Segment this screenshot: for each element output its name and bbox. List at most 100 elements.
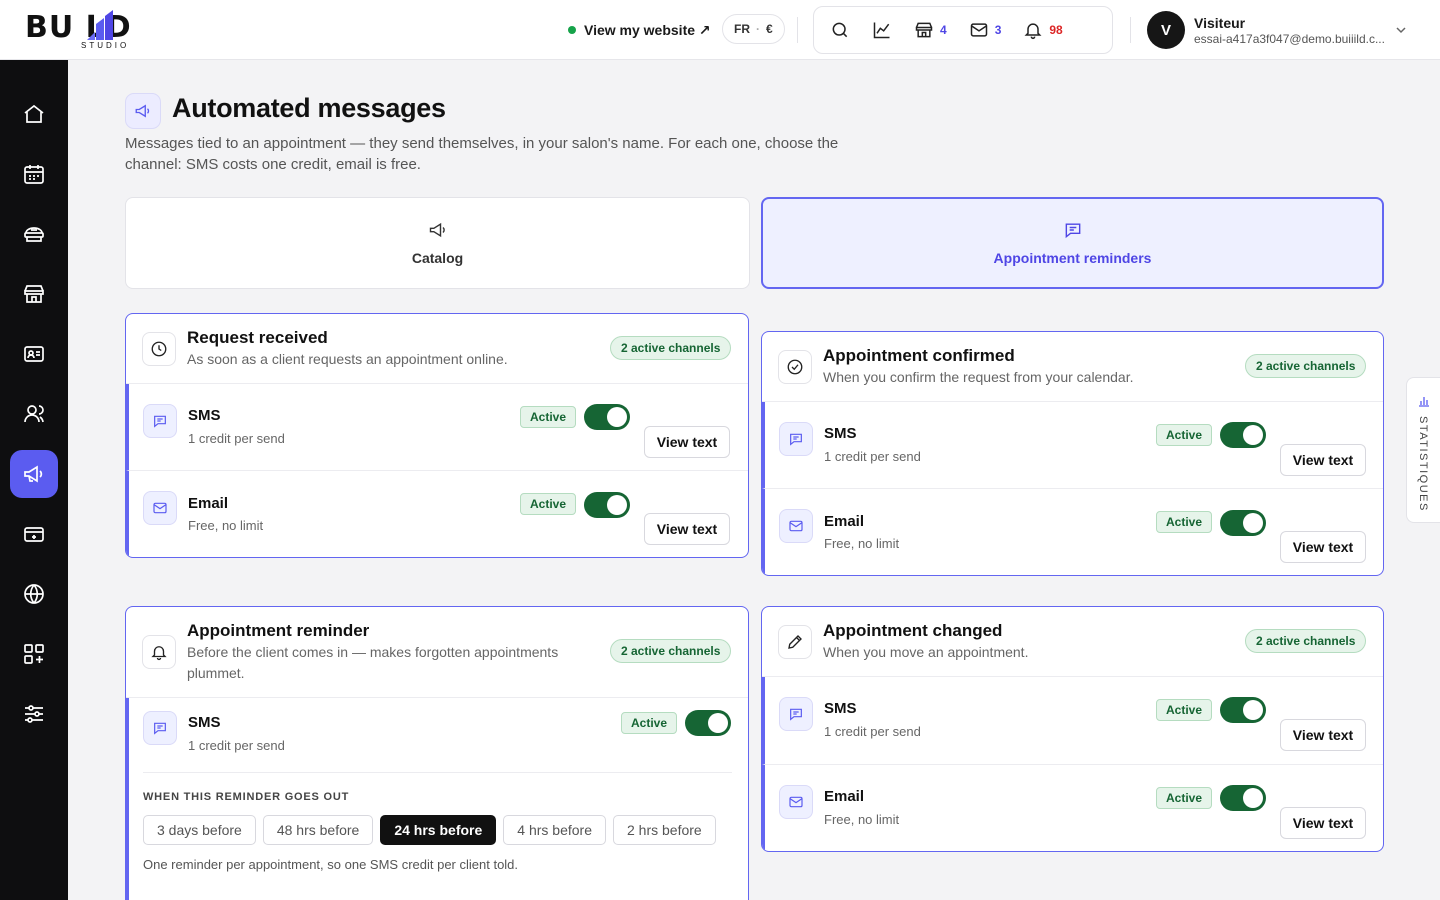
statistics-side-tab[interactable]: STATISTIQUES — [1406, 377, 1440, 523]
status-badge: Active — [520, 406, 577, 428]
sidebar-item-home[interactable] — [10, 90, 58, 138]
quick-actions-bar: 4 3 98 — [813, 6, 1113, 54]
bar-chart-icon — [1419, 397, 1429, 407]
view-text-button[interactable]: View text — [1280, 444, 1366, 476]
channel-title: Email — [824, 513, 865, 530]
messages-button[interactable]: 3 — [965, 14, 1006, 46]
view-text-button[interactable]: View text — [1280, 719, 1366, 751]
card-header: Appointment reminder Before the client c… — [126, 607, 748, 698]
email-toggle[interactable] — [1220, 785, 1266, 811]
view-text-button[interactable]: View text — [644, 513, 730, 545]
language-label: FR — [734, 22, 750, 36]
clients-icon — [24, 405, 44, 423]
sidebar-item-clients[interactable] — [10, 390, 58, 438]
mail-icon — [789, 520, 803, 532]
sms-toggle[interactable] — [584, 404, 630, 430]
timing-options: 3 days before 48 hrs before 24 hrs befor… — [143, 815, 716, 845]
page-title: Automated messages — [172, 93, 446, 123]
timing-option-2-hrs[interactable]: 2 hrs before — [613, 815, 716, 845]
notifications-button[interactable]: 98 — [1019, 14, 1066, 46]
view-text-button[interactable]: View text — [644, 426, 730, 458]
online-status-dot — [568, 26, 576, 34]
user-menu[interactable]: V Visiteur essai-a417a3f047@demo.buiiild… — [1147, 10, 1417, 50]
event-icon — [778, 350, 812, 384]
timing-option-3-days[interactable]: 3 days before — [143, 815, 256, 845]
channel-row-email: Email Free, no limit Active View text — [126, 471, 748, 557]
timing-note: One reminder per appointment, so one SMS… — [143, 857, 519, 872]
brand-logo[interactable]: BU LD STUDIO — [25, 8, 185, 52]
sidebar-item-services[interactable] — [10, 210, 58, 258]
event-subtitle: Before the client comes in — makes forgo… — [187, 644, 559, 681]
payments-icon — [24, 527, 44, 542]
event-icon — [778, 625, 812, 659]
sms-toggle[interactable] — [685, 710, 731, 736]
event-title: Appointment confirmed — [823, 346, 1015, 365]
channel-title: SMS — [824, 700, 857, 717]
search-icon — [832, 22, 848, 38]
top-bar: BU LD STUDIO View my website ↗ FR · € 4 … — [0, 0, 1440, 60]
services-icon — [24, 227, 44, 242]
email-toggle[interactable] — [584, 492, 630, 518]
chat-icon — [790, 708, 802, 721]
user-name: Visiteur — [1194, 14, 1246, 31]
mail-icon — [789, 796, 803, 808]
view-text-button[interactable]: View text — [1280, 531, 1366, 563]
timing-option-48-hrs[interactable]: 48 hrs before — [262, 815, 374, 845]
pencil-icon — [788, 635, 802, 649]
sidebar-item-website[interactable] — [10, 570, 58, 618]
email-channel-icon — [779, 785, 813, 819]
timing-option-24-hrs[interactable]: 24 hrs before — [380, 815, 497, 845]
messages-count: 3 — [994, 23, 1002, 37]
sidebar — [0, 60, 68, 900]
sidebar-item-team[interactable] — [10, 330, 58, 378]
email-toggle[interactable] — [1220, 510, 1266, 536]
sliders-icon — [25, 705, 43, 723]
page-icon — [125, 93, 161, 129]
sidebar-item-settings[interactable] — [10, 690, 58, 738]
mail-icon — [970, 23, 987, 37]
sms-channel-icon — [143, 404, 177, 438]
channel-row-email: Email Free, no limit Active View text — [762, 765, 1383, 851]
page-description: Messages tied to an appointment — they s… — [125, 135, 839, 173]
globe-icon — [24, 584, 44, 604]
event-subtitle: As soon as a client requests an appointm… — [187, 351, 508, 367]
sms-toggle[interactable] — [1220, 697, 1266, 723]
sms-toggle[interactable] — [1220, 422, 1266, 448]
shop-icon — [24, 285, 44, 303]
language-currency-selector[interactable]: FR · € — [722, 14, 785, 44]
event-card-appointment-confirmed: Appointment confirmed When you confirm t… — [761, 331, 1384, 576]
chat-icon — [154, 415, 166, 428]
tab-appointment-reminders[interactable]: Appointment reminders — [761, 197, 1384, 289]
channel-row-email: Email Free, no limit Active View text — [762, 489, 1383, 575]
sidebar-item-apps[interactable] — [10, 630, 58, 678]
channel-title: Email — [188, 495, 229, 512]
event-card-appointment-reminder: Appointment reminder Before the client c… — [125, 606, 749, 900]
bell-icon — [151, 646, 167, 661]
channel-row-sms: SMS 1 credit per send Active WHEN THIS R… — [126, 698, 748, 900]
timing-option-4-hrs[interactable]: 4 hrs before — [503, 815, 606, 845]
shop-button[interactable]: 4 — [910, 14, 951, 46]
channel-row-sms: SMS 1 credit per send Active View text — [762, 402, 1383, 489]
mail-icon — [153, 502, 167, 514]
channel-row-sms: SMS 1 credit per send Active View text — [126, 384, 748, 471]
channel-title: SMS — [188, 407, 221, 424]
search-button[interactable] — [826, 14, 854, 46]
sidebar-item-payments[interactable] — [10, 510, 58, 558]
sidebar-item-calendar[interactable] — [10, 150, 58, 198]
view-website-link[interactable]: View my website ↗ — [568, 18, 711, 42]
sidebar-item-marketing[interactable] — [10, 450, 58, 498]
analytics-button[interactable] — [868, 14, 896, 46]
chart-line-icon — [873, 22, 890, 39]
event-card-appointment-changed: Appointment changed When you move an app… — [761, 606, 1384, 852]
status-badge: Active — [1156, 424, 1213, 446]
active-channels-badge: 2 active channels — [610, 336, 732, 360]
channel-title: SMS — [824, 425, 857, 442]
currency-label: € — [766, 22, 773, 36]
channel-subtitle: 1 credit per send — [824, 724, 921, 739]
card-header: Appointment changed When you move an app… — [762, 607, 1383, 677]
sidebar-item-shop[interactable] — [10, 270, 58, 318]
status-badge: Active — [1156, 699, 1213, 721]
view-text-button[interactable]: View text — [1280, 807, 1366, 839]
tab-catalog[interactable]: Catalog — [125, 197, 750, 289]
event-title: Appointment changed — [823, 621, 1003, 640]
